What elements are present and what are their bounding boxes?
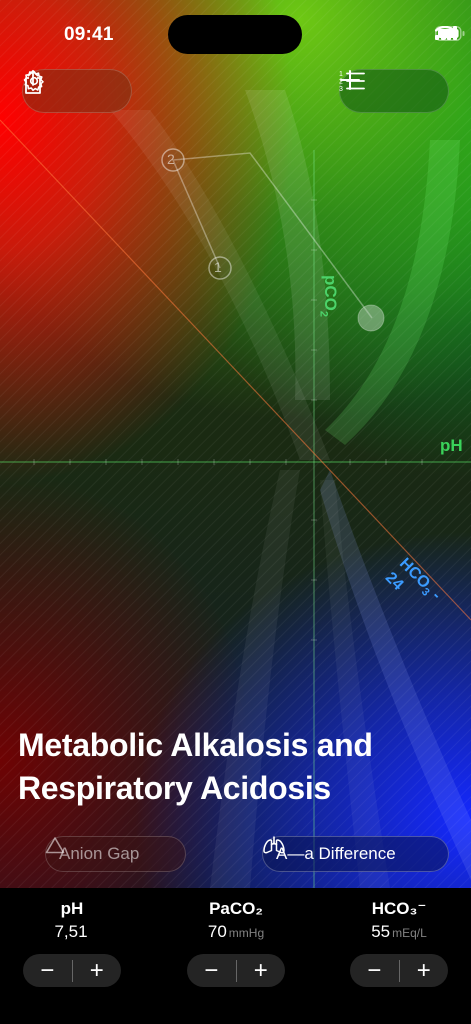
hco3-control-value: 55 mEq/L bbox=[371, 922, 427, 941]
ph-decrement-button[interactable]: − bbox=[23, 954, 72, 987]
ph-stepper: − + bbox=[23, 954, 121, 987]
history-point-1-label: 1 bbox=[214, 259, 222, 275]
paco2-stepper: − + bbox=[187, 954, 285, 987]
current-point[interactable] bbox=[357, 304, 385, 332]
diagnosis-title-line1: Metabolic Alkalosis and bbox=[18, 727, 373, 763]
dynamic-island bbox=[168, 15, 302, 54]
status-bar: 09:41 bbox=[0, 0, 471, 60]
plus-icon bbox=[340, 70, 360, 90]
toolbar-right-group: 1 2 3 bbox=[339, 69, 449, 113]
ph-axis-label: pH bbox=[440, 436, 463, 455]
share-button[interactable] bbox=[25, 69, 127, 113]
lungs-icon bbox=[263, 836, 285, 854]
ph-increment-button[interactable]: + bbox=[73, 954, 122, 987]
paco2-decrement-button[interactable]: − bbox=[187, 954, 236, 987]
paco2-control-value: 70 mmHg bbox=[207, 922, 265, 941]
ph-control-label: pH bbox=[60, 899, 84, 918]
diagnosis-title: Metabolic Alkalosis and Respiratory Acid… bbox=[18, 724, 458, 810]
diagnosis-title-line2: Respiratory Acidosis bbox=[18, 770, 331, 806]
anion-gap-button[interactable]: Anion Gap bbox=[45, 836, 186, 872]
diagram-canvas[interactable]: 1 2 pCO2 pH HCO3 - 24 09:41 1 2 3 Metabo… bbox=[0, 0, 471, 888]
paco2-control-label: PaCO₂ bbox=[209, 899, 263, 918]
aa-difference-label: A—a Difference bbox=[276, 844, 396, 863]
hco3-increment-button[interactable]: + bbox=[400, 954, 449, 987]
hco3-stepper: − + bbox=[350, 954, 448, 987]
pco2-axis-label: pCO2 bbox=[317, 275, 340, 318]
toolbar-left-group bbox=[22, 69, 132, 113]
add-button[interactable] bbox=[340, 69, 444, 113]
aa-difference-button[interactable]: A—a Difference bbox=[262, 836, 449, 872]
hco3-control-label: HCO₃⁻ bbox=[371, 899, 427, 918]
history-point-2-label: 2 bbox=[167, 151, 175, 167]
value-controls: pH 7,51 − + PaCO₂ 70 mmHg − + HCO₃⁻ 55 mEq… bbox=[0, 888, 471, 1024]
hco3-decrement-button[interactable]: − bbox=[350, 954, 399, 987]
ph-control-value: 7,51 bbox=[54, 922, 88, 941]
share-icon bbox=[25, 70, 41, 94]
triangle-icon bbox=[45, 837, 65, 854]
status-time: 09:41 bbox=[64, 24, 114, 45]
battery-icon bbox=[435, 26, 465, 41]
paco2-increment-button[interactable]: + bbox=[237, 954, 286, 987]
anion-gap-label: Anion Gap bbox=[59, 844, 140, 863]
